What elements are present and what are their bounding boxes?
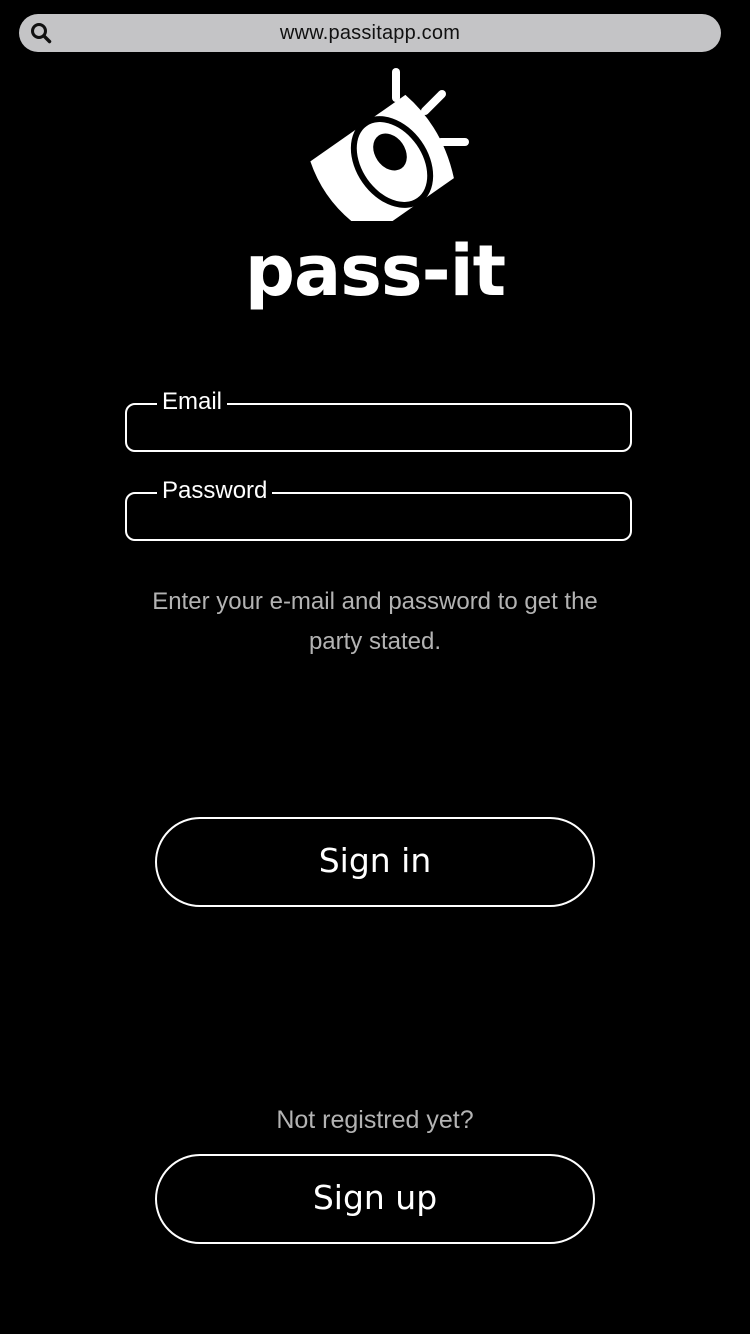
signin-hint-text: Enter your e-mail and password to get th… bbox=[152, 588, 598, 655]
url-text[interactable]: www.passitapp.com bbox=[19, 14, 721, 52]
sign-in-button[interactable]: Sign in bbox=[155, 817, 595, 907]
sign-up-button[interactable]: Sign up bbox=[155, 1154, 595, 1244]
password-field[interactable]: Password bbox=[125, 476, 632, 541]
speaker-icon bbox=[310, 68, 469, 221]
app-logo-text: pass-it bbox=[244, 230, 506, 312]
url-bar[interactable]: www.passitapp.com bbox=[19, 14, 721, 52]
email-input[interactable] bbox=[139, 413, 618, 444]
email-field[interactable]: Email bbox=[125, 387, 632, 452]
password-input[interactable] bbox=[139, 502, 618, 533]
not-registered-text: Not registred yet? bbox=[276, 1106, 474, 1134]
